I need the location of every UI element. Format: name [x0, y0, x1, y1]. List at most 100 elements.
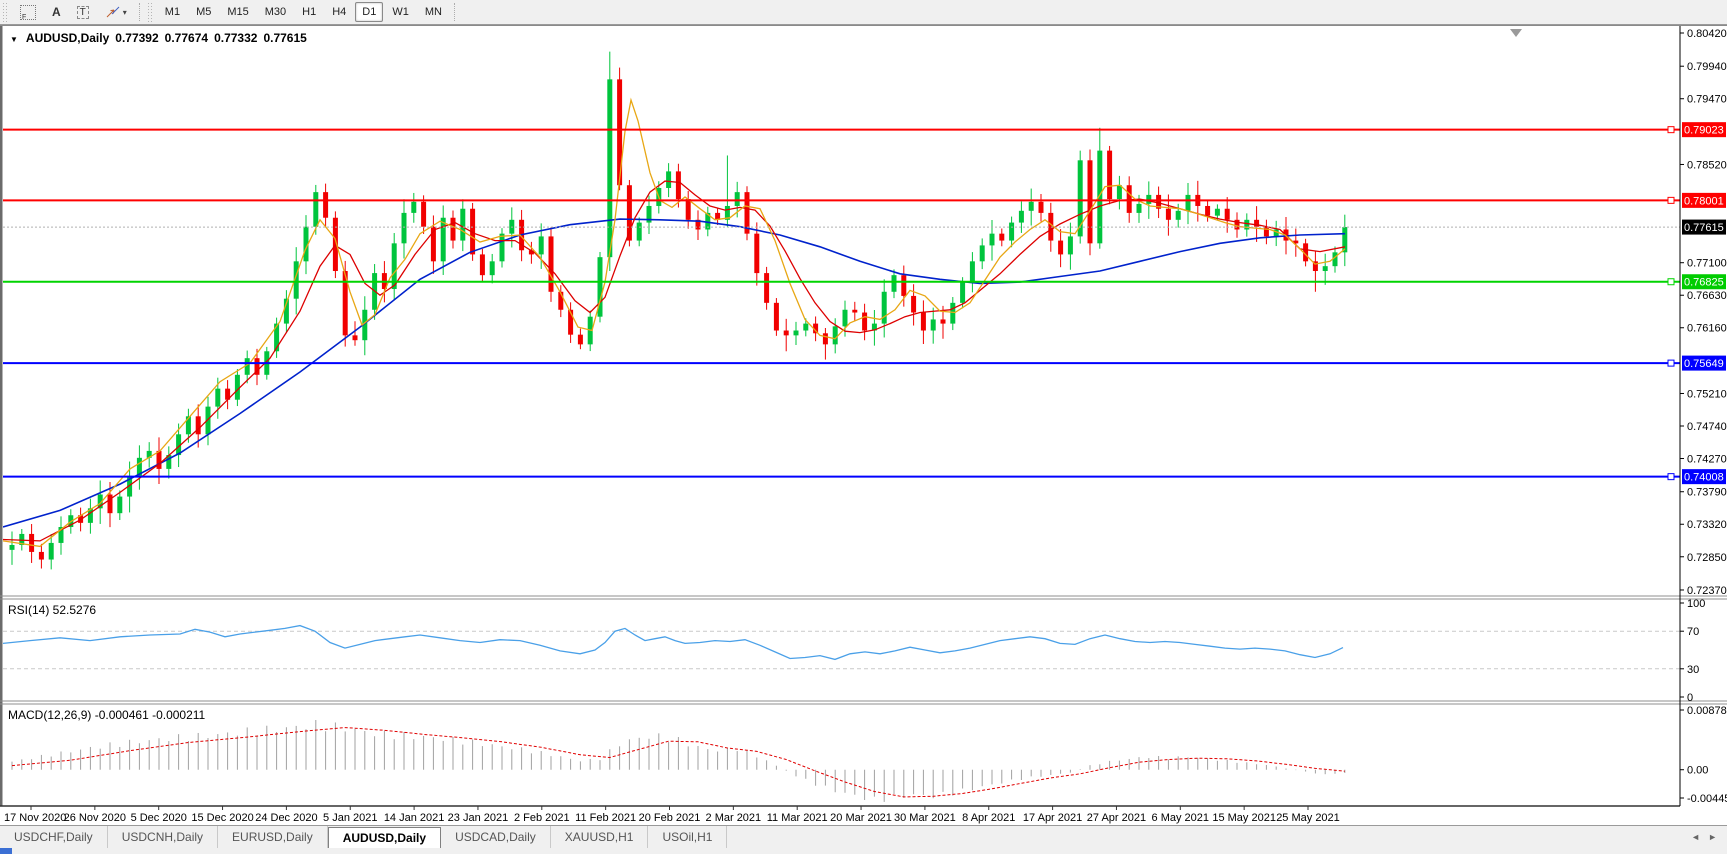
price-tick-label: 0.79470: [1687, 94, 1727, 106]
candle-body: [931, 319, 936, 330]
candle-body: [617, 79, 622, 185]
candle-body: [1039, 202, 1044, 213]
chart-tab-xauusd-h1[interactable]: XAUUSD,H1: [551, 826, 649, 848]
candle-body: [29, 534, 34, 552]
candle-body: [480, 254, 485, 275]
resistance-line-2-handle[interactable]: [1668, 197, 1674, 203]
candle-body: [843, 310, 848, 327]
support-line-3-price-label: 0.74008: [1684, 472, 1724, 484]
candle-body: [666, 171, 671, 188]
price-tick-label: 0.80420: [1687, 28, 1727, 40]
price-tick-label: 0.79940: [1687, 61, 1727, 73]
candle-body: [353, 335, 358, 340]
candle-body: [1176, 211, 1181, 220]
date-tick-label: 8 Apr 2021: [962, 812, 1015, 824]
candle-body: [421, 202, 426, 227]
candle-body: [1225, 209, 1230, 220]
date-tick-label: 17 Apr 2021: [1023, 812, 1082, 824]
candle-body: [1009, 223, 1014, 241]
macd-label: MACD(12,26,9) -0.000461 -0.000211: [8, 708, 206, 722]
candle-body: [1058, 241, 1063, 255]
candle-body: [117, 497, 122, 514]
candle-body: [862, 313, 867, 331]
rsi-tick-label: 0: [1687, 692, 1693, 704]
candle-body: [764, 273, 769, 303]
candle-body: [901, 275, 906, 296]
price-tick-label: 0.75210: [1687, 388, 1727, 400]
candle-body: [735, 192, 740, 206]
candle-body: [833, 326, 838, 344]
date-tick-label: 25 May 2021: [1276, 812, 1340, 824]
candle-body: [1186, 195, 1191, 211]
date-tick-label: 2 Mar 2021: [706, 812, 762, 824]
price-tick-label: 0.72370: [1687, 585, 1727, 597]
candle-body: [539, 236, 544, 254]
candle-body: [500, 234, 505, 262]
tab-scroll-right-icon[interactable]: ►: [1708, 832, 1717, 842]
status-bar: [0, 848, 1727, 854]
chart-tab-usoil-h1[interactable]: USOil,H1: [648, 826, 727, 848]
support-line-1-handle[interactable]: [1668, 279, 1674, 285]
candle-body: [1264, 227, 1269, 237]
symbol-dropdown-icon[interactable]: [10, 31, 20, 45]
candle-body: [960, 282, 965, 303]
candle-body: [108, 494, 113, 513]
candle-body: [460, 209, 465, 241]
candle-body: [1088, 160, 1093, 243]
tab-scroll-controls: ◄►: [1691, 826, 1727, 848]
date-tick-label: 11 Feb 2021: [575, 812, 636, 824]
chart-tab-usdchf-daily[interactable]: USDCHF,Daily: [0, 826, 108, 848]
candle-body: [549, 236, 554, 291]
candle-body: [10, 545, 15, 550]
price-tick-label: 0.72850: [1687, 552, 1727, 564]
current-price-label: 0.77615: [1684, 222, 1724, 234]
price-tick-label: 0.76160: [1687, 323, 1727, 335]
chart-tab-eurusd-daily[interactable]: EURUSD,Daily: [218, 826, 328, 848]
candle-body: [784, 331, 789, 336]
date-tick-label: 5 Jan 2021: [323, 812, 377, 824]
chart-tab-audusd-daily[interactable]: AUDUSD,Daily: [328, 827, 441, 848]
candle-body: [323, 192, 328, 218]
candle-body: [1068, 236, 1073, 254]
resistance-line-1-price-label: 0.79023: [1684, 125, 1724, 137]
date-tick-label: 11 Mar 2021: [767, 812, 828, 824]
candle-body: [402, 213, 407, 243]
candle-body: [999, 234, 1004, 241]
macd-tick-label: 0.008782: [1687, 705, 1727, 717]
candle-body: [686, 199, 691, 220]
support-line-2-handle[interactable]: [1668, 360, 1674, 366]
candle-body: [1019, 211, 1024, 223]
rsi-tick-label: 100: [1687, 598, 1705, 610]
date-tick-label: 6 May 2021: [1152, 812, 1209, 824]
date-tick-label: 2 Feb 2021: [514, 812, 570, 824]
macd-tick-label: 0.00: [1687, 765, 1708, 777]
resistance-line-1-handle[interactable]: [1668, 127, 1674, 133]
candle-body: [637, 223, 642, 241]
date-tick-label: 26 Nov 2020: [64, 812, 126, 824]
date-tick-label: 20 Mar 2021: [830, 812, 892, 824]
candle-body: [941, 319, 946, 323]
price-tick-label: 0.76630: [1687, 290, 1727, 302]
candle-body: [823, 333, 828, 344]
candle-body: [1107, 151, 1112, 199]
tab-scroll-left-icon[interactable]: ◄: [1691, 832, 1700, 842]
date-tick-label: 23 Jan 2021: [448, 812, 509, 824]
candle-body: [1137, 204, 1142, 213]
candle-body: [451, 218, 456, 241]
chart-background: [0, 25, 1727, 825]
price-tick-label: 0.74270: [1687, 454, 1727, 466]
chart-canvas[interactable]: 0.804200.799400.794700.785200.771000.766…: [0, 0, 1727, 854]
chart-tab-usdcnh-daily[interactable]: USDCNH,Daily: [108, 826, 218, 848]
candle-body: [921, 313, 926, 331]
price-tick-label: 0.73320: [1687, 519, 1727, 531]
candle-body: [39, 552, 44, 560]
candle-body: [196, 416, 201, 434]
candle-body: [754, 234, 759, 273]
resistance-line-2-price-label: 0.78001: [1684, 195, 1724, 207]
candle-body: [411, 202, 416, 213]
chart-tab-usdcad-daily[interactable]: USDCAD,Daily: [441, 826, 551, 848]
macd-tick-label: -0.004451: [1687, 793, 1727, 805]
rsi-tick-label: 30: [1687, 664, 1699, 676]
support-line-3-handle[interactable]: [1668, 474, 1674, 480]
ohlc-high: 0.77674: [165, 31, 208, 45]
